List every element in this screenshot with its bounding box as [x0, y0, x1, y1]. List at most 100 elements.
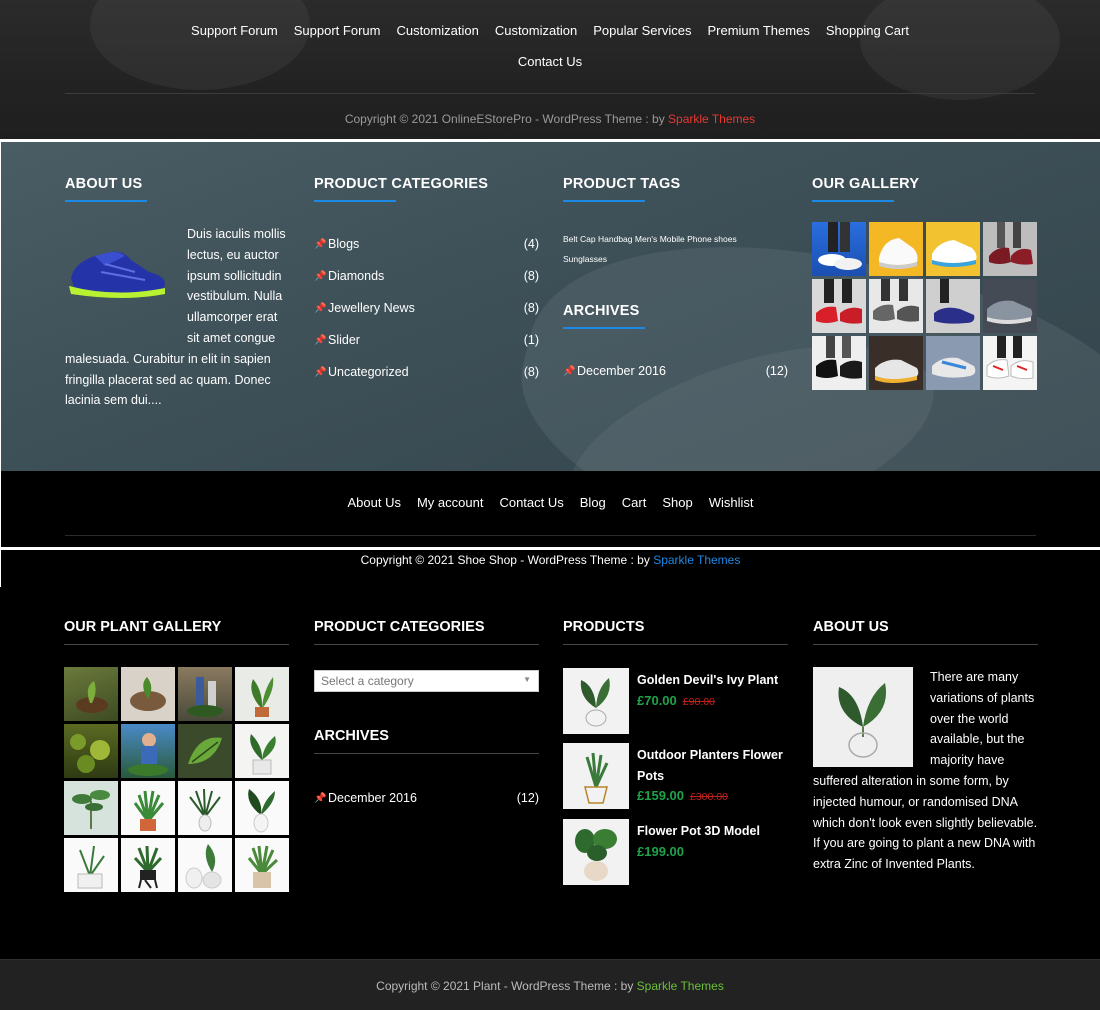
category-select[interactable]: Select a category ▼	[314, 670, 539, 692]
pin-icon: 📌	[314, 238, 327, 250]
product-name[interactable]: Golden Devil's Ivy Plant	[637, 673, 778, 687]
tag-link[interactable]: Sunglasses	[563, 254, 607, 264]
tag-link[interactable]: Men's	[635, 234, 657, 244]
gallery-thumbnail[interactable]	[812, 222, 866, 276]
gallery-thumbnail[interactable]	[121, 781, 175, 835]
products-title: PRODUCTS	[563, 619, 788, 645]
menu-item-about-us[interactable]: About Us	[347, 495, 400, 510]
menu-item-support-forum[interactable]: Support Forum	[294, 21, 381, 41]
gallery-thumbnail[interactable]	[121, 838, 175, 892]
menu-item-blog[interactable]: Blog	[580, 495, 606, 510]
menu-item-contact-us[interactable]: Contact Us	[518, 52, 582, 72]
sparkle-themes-link[interactable]: Sparkle Themes	[668, 112, 755, 126]
gallery-thumbnail[interactable]	[64, 724, 118, 778]
category-item[interactable]: 📌 Uncategorized (8)	[314, 356, 539, 388]
category-item[interactable]: 📌 Blogs (4)	[314, 228, 539, 260]
menu-item-premium-themes[interactable]: Premium Themes	[707, 21, 809, 41]
gallery-thumbnail[interactable]	[235, 838, 289, 892]
divider	[65, 93, 1035, 94]
archive-item[interactable]: 📌 December 2016 (12)	[314, 782, 539, 814]
tag-link[interactable]: Cap	[580, 234, 596, 244]
online-estore-footer: Support Forum Support Forum Customizatio…	[0, 0, 1100, 139]
gallery-thumbnail[interactable]	[869, 336, 923, 390]
gallery-thumbnail[interactable]	[983, 279, 1037, 333]
gallery-thumbnail[interactable]	[983, 222, 1037, 276]
shoe-gallery	[812, 222, 1038, 390]
product-image	[563, 819, 629, 885]
menu-item-customization[interactable]: Customization	[396, 21, 478, 41]
category-select-value: Select a category	[321, 674, 414, 688]
menu-item-contact-us[interactable]: Contact Us	[499, 495, 563, 510]
gallery-thumbnail[interactable]	[64, 781, 118, 835]
archives-title: ARCHIVES	[563, 303, 645, 329]
tag-link[interactable]: Mobile Phone	[660, 234, 712, 244]
gallery-thumbnail[interactable]	[235, 781, 289, 835]
menu-item-customization[interactable]: Customization	[495, 21, 577, 41]
tag-link[interactable]: shoes	[714, 234, 737, 244]
gallery-thumbnail[interactable]	[812, 279, 866, 333]
gallery-thumbnail[interactable]	[178, 838, 232, 892]
archive-list: 📌 December 2016 (12)	[563, 355, 788, 387]
gallery-thumbnail[interactable]	[178, 667, 232, 721]
gallery-thumbnail[interactable]	[926, 222, 980, 276]
sparkle-themes-link[interactable]: Sparkle Themes	[653, 553, 740, 567]
menu-item-shop[interactable]: Shop	[662, 495, 692, 510]
our-gallery-title: OUR GALLERY	[812, 176, 919, 202]
product-item[interactable]: Golden Devil's Ivy Plant £70.00 £90.00	[563, 668, 789, 734]
product-name[interactable]: Flower Pot 3D Model	[637, 824, 760, 838]
plant-gallery-title: OUR PLANT GALLERY	[64, 619, 289, 645]
copyright-text: Copyright © 2021 Shoe Shop - WordPress T…	[1, 553, 1100, 567]
product-item[interactable]: Outdoor Planters Flower Pots £159.00 £300.…	[563, 743, 789, 809]
gallery-thumbnail[interactable]	[926, 279, 980, 333]
tag-link[interactable]: Belt	[563, 234, 578, 244]
product-price: £159.00	[637, 788, 684, 803]
product-price: £199.00	[637, 843, 684, 859]
pin-icon: 📌	[314, 334, 327, 346]
category-item[interactable]: 📌 Diamonds (8)	[314, 260, 539, 292]
product-name[interactable]: Outdoor Planters Flower Pots	[637, 748, 783, 783]
gallery-thumbnail[interactable]	[869, 222, 923, 276]
gallery-thumbnail[interactable]	[869, 279, 923, 333]
product-price: £70.00	[637, 692, 677, 708]
menu-item-my-account[interactable]: My account	[417, 495, 483, 510]
archive-item[interactable]: 📌 December 2016 (12)	[563, 355, 788, 387]
tag-cloud: Belt Cap Handbag Men's Mobile Phone shoe…	[563, 229, 793, 269]
about-us-text: Duis iaculis mollis lectus, eu auctor ip…	[65, 227, 286, 408]
gallery-thumbnail[interactable]	[235, 667, 289, 721]
plant-shop-widgets: OUR PLANT GALLERY PRODUCT CATEGORIES Sel…	[0, 587, 1100, 959]
menu-item-support-forum[interactable]: Support Forum	[191, 21, 278, 41]
pin-icon: 📌	[314, 270, 327, 282]
menu-item-wishlist[interactable]: Wishlist	[709, 495, 754, 510]
product-item[interactable]: Flower Pot 3D Model £199.00	[563, 819, 789, 885]
section-separator	[0, 547, 1100, 550]
product-image	[563, 743, 629, 809]
gallery-thumbnail[interactable]	[121, 667, 175, 721]
shoe-shop-bottom-bar: About Us My account Contact Us Blog Cart…	[1, 471, 1100, 587]
category-item[interactable]: 📌 Jewellery News (8)	[314, 292, 539, 324]
gallery-thumbnail[interactable]	[926, 336, 980, 390]
gallery-thumbnail[interactable]	[64, 838, 118, 892]
about-us-text: There are many variations of plants over…	[813, 670, 1038, 872]
archives-title: ARCHIVES	[314, 728, 539, 754]
menu-item-cart[interactable]: Cart	[622, 495, 647, 510]
shoe-shop-widgets: ABOUT US Duis iaculis mollis lectus, eu …	[1, 142, 1100, 471]
gallery-thumbnail[interactable]	[178, 781, 232, 835]
copyright-text: Copyright © 2021 Plant - WordPress Theme…	[0, 979, 1100, 993]
gallery-thumbnail[interactable]	[64, 667, 118, 721]
gallery-thumbnail[interactable]	[983, 336, 1037, 390]
gallery-thumbnail[interactable]	[121, 724, 175, 778]
menu-item-popular-services[interactable]: Popular Services	[593, 21, 691, 41]
copyright-label: Copyright © 2021 OnlineEStorePro - WordP…	[344, 112, 669, 126]
plant-copyright-bar: Copyright © 2021 Plant - WordPress Theme…	[0, 959, 1100, 1010]
tag-link[interactable]: Handbag	[598, 234, 633, 244]
about-us-title: ABOUT US	[813, 619, 1038, 645]
gallery-thumbnail[interactable]	[178, 724, 232, 778]
sparkle-themes-link[interactable]: Sparkle Themes	[637, 979, 724, 993]
product-old-price: £90.00	[682, 695, 715, 708]
category-item[interactable]: 📌 Slider (1)	[314, 324, 539, 356]
gallery-thumbnail[interactable]	[235, 724, 289, 778]
menu-item-shopping-cart[interactable]: Shopping Cart	[826, 21, 909, 41]
pin-icon: 📌	[563, 365, 576, 377]
product-old-price: £300.00	[690, 791, 728, 803]
gallery-thumbnail[interactable]	[812, 336, 866, 390]
